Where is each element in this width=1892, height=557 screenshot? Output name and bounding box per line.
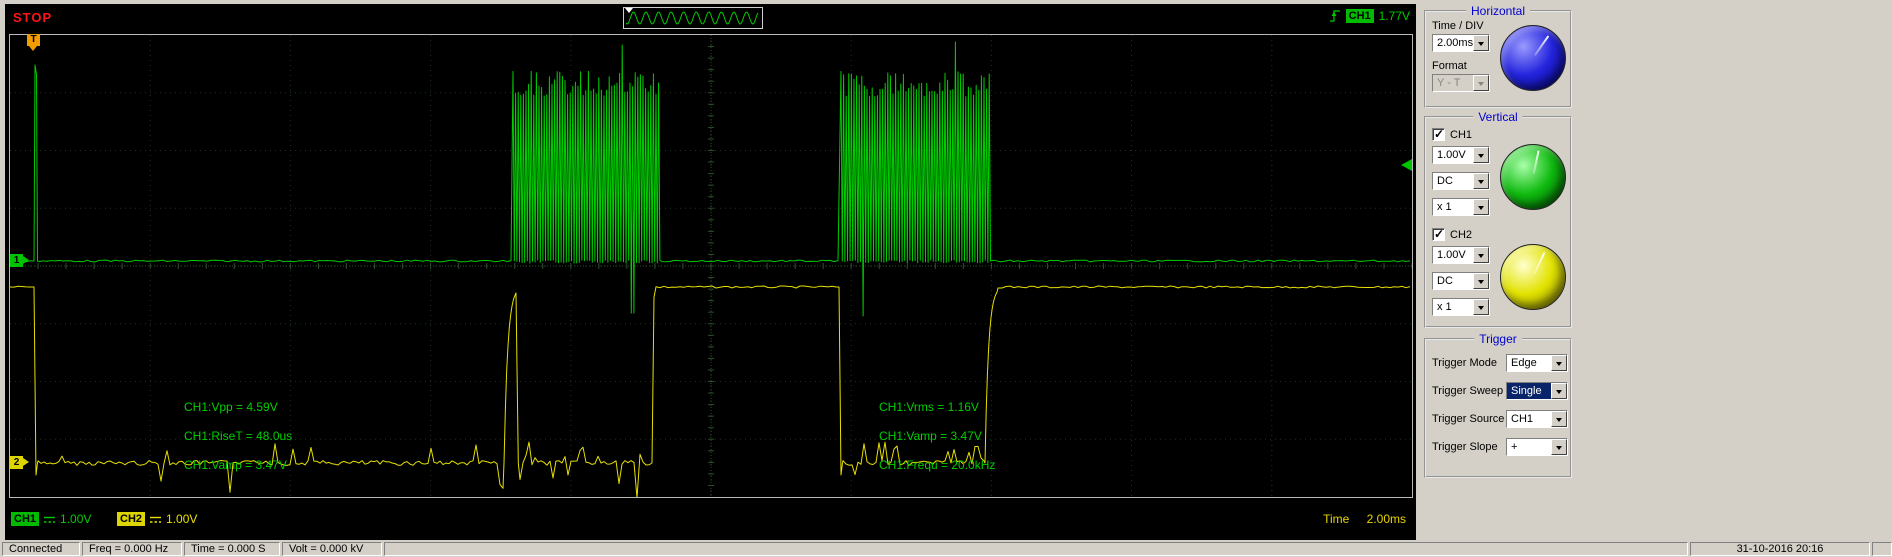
status-time: Time = 0.000 S bbox=[184, 542, 280, 556]
time-div-select[interactable]: 2.00ms bbox=[1432, 34, 1490, 52]
chevron-down-icon[interactable] bbox=[1473, 247, 1489, 263]
trigger-slope-label: Trigger Slope bbox=[1432, 441, 1498, 453]
ch2-status: CH2 1.00V bbox=[117, 512, 197, 526]
horizontal-position-knob[interactable] bbox=[1500, 25, 1566, 91]
ch1-scale-value: 1.00V bbox=[60, 512, 91, 526]
ch1-coupling-select[interactable]: DC bbox=[1432, 172, 1490, 190]
trigger-mode-select[interactable]: Edge bbox=[1506, 354, 1568, 372]
ch1-badge: CH1 bbox=[11, 512, 39, 526]
chevron-down-icon[interactable] bbox=[1473, 173, 1489, 189]
status-volt: Volt = 0.000 kV bbox=[282, 542, 382, 556]
chevron-down-icon[interactable] bbox=[1473, 199, 1489, 215]
control-panel: Horizontal Time / DIV 2.00ms Format Y - … bbox=[1418, 0, 1892, 541]
scope-area: STOP CH1 1.77V CH1:Vpp = 4.59V CH1:RiseT… bbox=[5, 4, 1416, 540]
ch1-probe-select[interactable]: x 1 bbox=[1432, 198, 1490, 216]
ch1-checkbox[interactable]: ✓ bbox=[1432, 128, 1445, 141]
ch2-scale-select[interactable]: 1.00V bbox=[1432, 246, 1490, 264]
trigger-group: Trigger Trigger Mode Edge Trigger Sweep … bbox=[1424, 338, 1572, 478]
chevron-down-icon[interactable] bbox=[1473, 35, 1489, 51]
status-connection: Connected bbox=[2, 542, 80, 556]
status-bar: Connected Freq = 0.000 Hz Time = 0.000 S… bbox=[0, 541, 1892, 557]
ch1-trace bbox=[10, 42, 1410, 316]
trigger-sweep-select[interactable]: Single bbox=[1506, 382, 1568, 400]
measurement-line: CH1:RiseT = 48.0us bbox=[184, 430, 292, 442]
chevron-down-icon[interactable] bbox=[1551, 439, 1567, 455]
trigger-position-marker[interactable]: T bbox=[27, 34, 40, 46]
ch1-status: CH1 1.00V bbox=[11, 512, 91, 526]
measurement-line: CH1:Vrms = 1.16V bbox=[879, 401, 995, 413]
time-value: 2.00ms bbox=[1367, 512, 1406, 526]
preview-trigger-marker-icon bbox=[625, 8, 633, 13]
status-end-cell bbox=[1872, 542, 1892, 556]
scope-bottom-bar: CH1 1.00V CH2 1.00V Time 2.00ms bbox=[5, 503, 1416, 540]
trigger-title: Trigger bbox=[1474, 332, 1522, 346]
waveform-display: CH1:Vpp = 4.59V CH1:RiseT = 48.0us CH1:V… bbox=[9, 34, 1413, 498]
measurements-left: CH1:Vpp = 4.59V CH1:RiseT = 48.0us CH1:V… bbox=[184, 401, 292, 471]
ch1-ground-marker[interactable]: 1 bbox=[10, 254, 23, 267]
dc-coupling-icon bbox=[149, 515, 162, 524]
trigger-sweep-label: Trigger Sweep bbox=[1432, 385, 1503, 397]
horizontal-title: Horizontal bbox=[1466, 4, 1530, 18]
format-label: Format bbox=[1432, 60, 1467, 72]
time-label: Time bbox=[1323, 512, 1349, 526]
measurements-right: CH1:Vrms = 1.16V CH1:Vamp = 3.47V CH1:Fr… bbox=[879, 401, 995, 471]
ch1-position-knob[interactable] bbox=[1500, 144, 1566, 210]
chevron-down-icon[interactable] bbox=[1473, 147, 1489, 163]
oscilloscope-app: STOP CH1 1.77V CH1:Vpp = 4.59V CH1:RiseT… bbox=[0, 0, 1892, 557]
trigger-slope-select[interactable]: + bbox=[1506, 438, 1568, 456]
chevron-down-icon[interactable] bbox=[1473, 299, 1489, 315]
status-datetime: 31-10-2016 20:16 bbox=[1690, 542, 1870, 556]
check-icon: ✓ bbox=[1434, 127, 1444, 141]
measurement-line: CH1:Vamp = 3.47V bbox=[184, 459, 292, 471]
dc-coupling-icon bbox=[43, 515, 56, 524]
ch2-position-knob[interactable] bbox=[1500, 244, 1566, 310]
ch2-scale-value: 1.00V bbox=[166, 512, 197, 526]
run-state-indicator: STOP bbox=[13, 10, 52, 25]
trigger-source-select[interactable]: CH1 bbox=[1506, 410, 1568, 428]
trigger-level-value: 1.77V bbox=[1379, 9, 1410, 23]
ch2-probe-select[interactable]: x 1 bbox=[1432, 298, 1490, 316]
trigger-level-marker[interactable] bbox=[1401, 159, 1412, 171]
check-icon: ✓ bbox=[1434, 227, 1444, 241]
vertical-title: Vertical bbox=[1473, 110, 1522, 124]
measurement-line: CH1:Frequ = 20.0kHz bbox=[879, 459, 995, 471]
trigger-channel-badge: CH1 bbox=[1346, 9, 1374, 23]
chevron-down-icon bbox=[1473, 75, 1489, 91]
measurement-line: CH1:Vpp = 4.59V bbox=[184, 401, 292, 413]
chevron-down-icon[interactable] bbox=[1551, 355, 1567, 371]
preview-waveform bbox=[624, 8, 762, 28]
trigger-position-preview[interactable] bbox=[623, 7, 763, 29]
ch1-checkbox-label: CH1 bbox=[1450, 129, 1472, 141]
trigger-source-label: Trigger Source bbox=[1432, 413, 1504, 425]
ch2-badge: CH2 bbox=[117, 512, 145, 526]
knob-pointer bbox=[1534, 35, 1549, 56]
measurement-line: CH1:Vamp = 3.47V bbox=[879, 430, 995, 442]
trigger-readout: CH1 1.77V bbox=[1329, 8, 1410, 24]
status-spacer bbox=[384, 542, 1688, 556]
ch2-coupling-select[interactable]: DC bbox=[1432, 272, 1490, 290]
preview-sine bbox=[626, 12, 758, 24]
trigger-mode-label: Trigger Mode bbox=[1432, 357, 1497, 369]
time-div-label: Time / DIV bbox=[1432, 20, 1484, 32]
ch2-ground-marker[interactable]: 2 bbox=[10, 456, 23, 469]
ch2-checkbox[interactable]: ✓ bbox=[1432, 228, 1445, 241]
rising-edge-icon bbox=[1329, 8, 1341, 24]
knob-pointer bbox=[1533, 150, 1540, 174]
chevron-down-icon[interactable] bbox=[1473, 273, 1489, 289]
ch1-scale-select[interactable]: 1.00V bbox=[1432, 146, 1490, 164]
format-select[interactable]: Y - T bbox=[1432, 74, 1490, 92]
knob-pointer bbox=[1533, 252, 1545, 275]
chevron-down-icon[interactable] bbox=[1551, 383, 1567, 399]
timebase-status: Time 2.00ms bbox=[1323, 512, 1406, 526]
horizontal-group: Horizontal Time / DIV 2.00ms Format Y - … bbox=[1424, 10, 1572, 108]
chevron-down-icon[interactable] bbox=[1551, 411, 1567, 427]
vertical-group: Vertical ✓ CH1 1.00V DC x 1 ✓ bbox=[1424, 116, 1572, 328]
status-freq: Freq = 0.000 Hz bbox=[82, 542, 182, 556]
ch2-checkbox-label: CH2 bbox=[1450, 229, 1472, 241]
